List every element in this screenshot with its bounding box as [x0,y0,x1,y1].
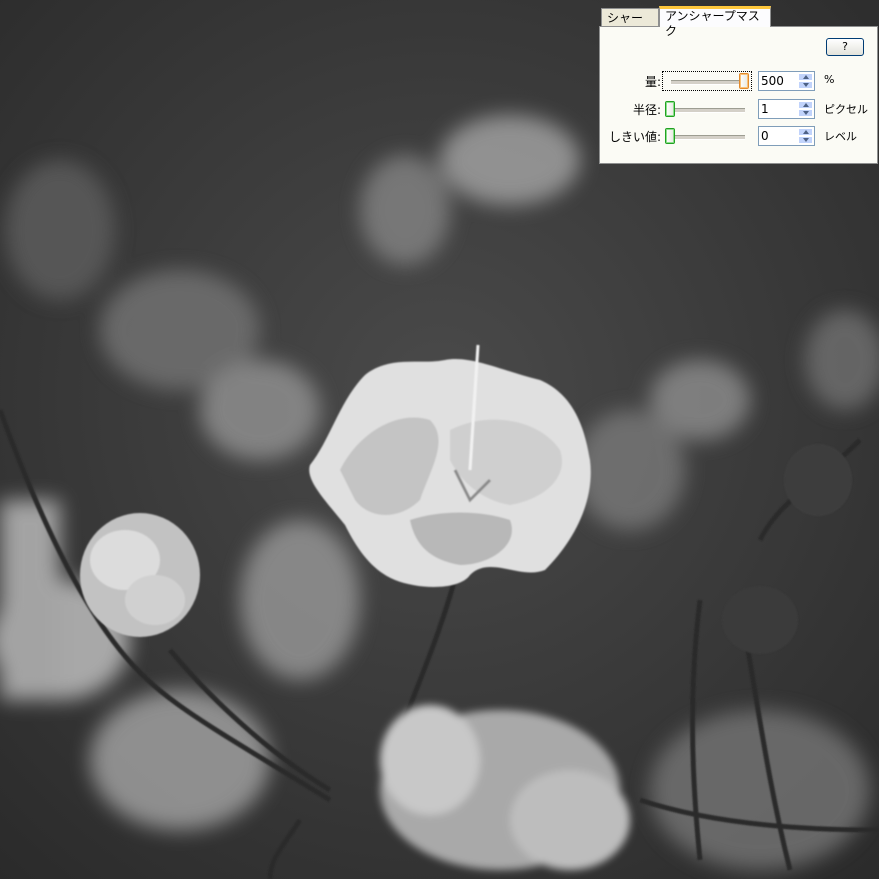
help-button[interactable]: ? [826,38,864,56]
threshold-slider-track [671,135,745,140]
unsharp-mask-panel: シャープ アンシャープマスク ? 量: % 半径: [599,5,878,164]
amount-decrement-button[interactable] [798,81,813,89]
amount-slider[interactable] [662,71,752,91]
amount-slider-thumb[interactable] [739,73,749,89]
tab-sharpen[interactable]: シャープ [601,8,659,43]
radius-input[interactable] [761,101,797,117]
radius-slider-track [671,108,745,113]
radius-slider-thumb[interactable] [665,101,675,117]
radius-spinbox [758,99,815,119]
radius-row: 半径: ピクセル [600,98,877,120]
tab-bar: シャープ アンシャープマスク [599,5,878,43]
radius-label: 半径: [632,103,661,117]
threshold-row: しきい値: レベル [600,125,877,147]
threshold-increment-button[interactable] [798,128,813,136]
threshold-slider[interactable] [663,127,751,145]
amount-label: 量: [644,75,661,89]
threshold-unit: レベル [824,130,857,143]
tab-unsharp-mask[interactable]: アンシャープマスク [659,6,771,38]
radius-increment-button[interactable] [798,101,813,109]
panel-body: ? 量: % 半径: ピク [599,26,878,164]
radius-slider[interactable] [663,100,751,118]
amount-increment-button[interactable] [798,73,813,81]
amount-row: 量: % [600,70,877,92]
amount-unit: % [824,73,835,86]
threshold-spinbox [758,126,815,146]
threshold-slider-thumb[interactable] [665,128,675,144]
radius-unit: ピクセル [824,103,868,116]
amount-input[interactable] [761,73,797,89]
amount-slider-track [671,80,745,85]
threshold-input[interactable] [761,128,797,144]
amount-spinbox [758,71,815,91]
threshold-decrement-button[interactable] [798,136,813,144]
radius-decrement-button[interactable] [798,109,813,117]
threshold-label: しきい値: [608,130,661,144]
